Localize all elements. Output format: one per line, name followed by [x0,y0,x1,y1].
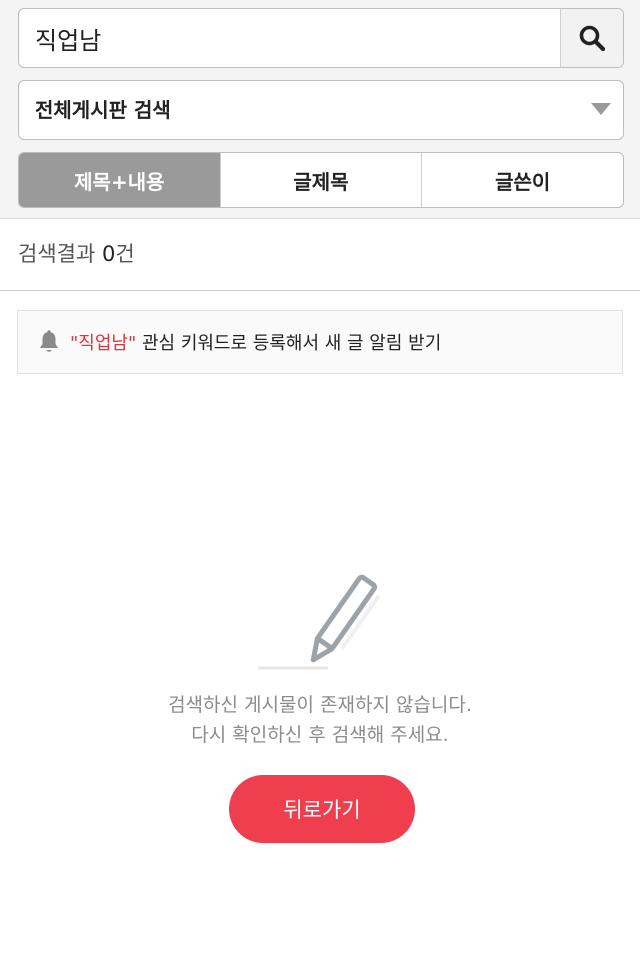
board-scope-label: 전체게시판 검색 [35,98,171,122]
triangle-down-icon [591,103,611,115]
pencil-icon [250,572,390,682]
keyword-alert-message: 관심 키워드로 등록해서 새 글 알림 받기 [136,333,442,354]
result-count-suffix: 건 [115,242,135,266]
tab-author[interactable]: 글쓴이 [421,153,623,207]
search-icon [579,25,606,52]
keyword-highlight: "직업남" [70,333,137,354]
search-box [18,8,624,68]
result-count-number: 0 [101,242,116,266]
keyword-alert-text: "직업남" 관심 키워드로 등록해서 새 글 알림 받기 [70,329,441,355]
divider [0,290,640,291]
result-count-prefix: 검색결과 [18,242,102,266]
tab-title[interactable]: 글제목 [219,153,422,207]
result-count: 검색결과 0건 [18,238,135,268]
tab-title-content[interactable]: 제목+내용 [19,153,220,207]
search-input[interactable] [19,9,563,67]
board-scope-select[interactable]: 전체게시판 검색 [18,80,624,140]
search-panel: 전체게시판 검색 제목+내용 글제목 글쓴이 [0,0,640,219]
search-button[interactable] [560,9,623,67]
empty-message-line1: 검색하신 게시물이 존재하지 않습니다. [168,694,472,716]
empty-message-line2: 다시 확인하신 후 검색해 주세요. [191,724,449,746]
bell-icon [38,330,60,354]
search-type-tabs: 제목+내용 글제목 글쓴이 [18,152,624,208]
back-button[interactable]: 뒤로가기 [229,775,415,843]
keyword-alert-banner[interactable]: "직업남" 관심 키워드로 등록해서 새 글 알림 받기 [17,310,623,374]
